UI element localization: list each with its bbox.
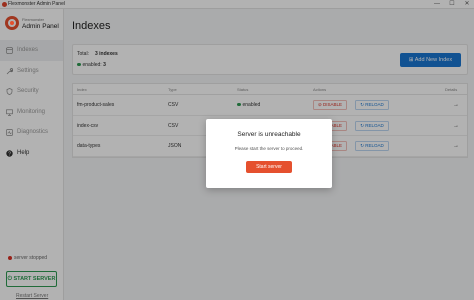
dialog-title: Server is unreachable xyxy=(237,131,301,138)
server-unreachable-dialog: Server is unreachable Please start the s… xyxy=(206,119,332,188)
dialog-message: Please start the server to proceed. xyxy=(234,146,304,151)
start-server-dialog-button[interactable]: Start server xyxy=(246,161,292,173)
